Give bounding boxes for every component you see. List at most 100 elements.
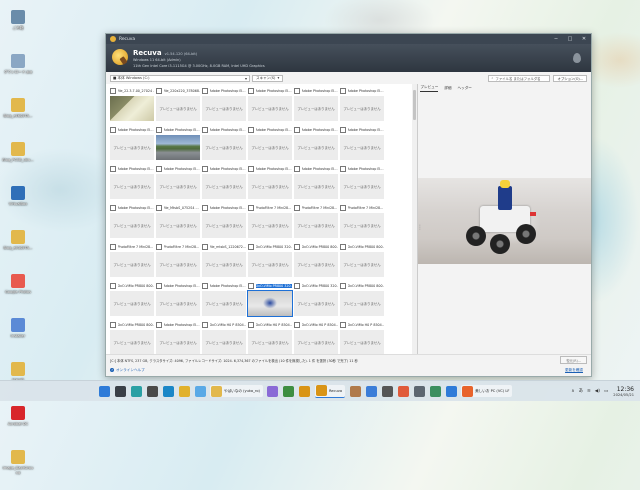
file-checkbox[interactable] [340,127,346,133]
file-thumbnail[interactable]: プレビューはありません [156,252,200,277]
paint-icon[interactable] [267,385,279,397]
file-thumbnail[interactable]: プレビューはありません [202,135,246,160]
file-thumbnail[interactable]: プレビューはありません [202,330,246,354]
file-tile[interactable]: Adobe Photoshop El... プレビューはありません [110,127,156,166]
file-tile[interactable]: DxO-ViMo PR800 800... プレビューはありません [340,283,386,322]
desktop-icon[interactable]: Blog_e53S5TA… [2,226,34,270]
file-checkbox[interactable] [110,244,116,250]
title-bar[interactable]: Recuva ─ □ ✕ [106,34,591,44]
clock[interactable]: 12:36 2024/05/21 [613,386,634,397]
ime-indicator[interactable]: あ [579,388,584,394]
file-checkbox[interactable] [110,166,116,172]
taskbar-app-button[interactable]: やばいなの (yuka_ro) [210,385,263,397]
file-tile[interactable]: Adobe Photoshop El... プレビューはありません [294,166,340,205]
file-thumbnail[interactable]: プレビューはありません [340,291,384,316]
file-checkbox[interactable] [110,88,116,94]
file-tile[interactable]: DxO-ViMo PR800 800... プレビューはありません [110,283,156,322]
file-tile[interactable]: DxO-ViMo PR800 320... [247,283,294,322]
file-thumbnail[interactable]: プレビューはありません [156,291,200,316]
browser-icon[interactable] [429,385,441,397]
file-checkbox[interactable] [156,88,162,94]
file-thumbnail[interactable]: プレビューはありません [110,135,154,160]
file-tile[interactable]: DxO-ViMo PR800 800... プレビューはありません [294,244,340,283]
preview-tab[interactable]: プレビュー [420,84,439,92]
file-tile[interactable]: file_22.3.7.00_27024 ... [110,88,156,127]
file-thumbnail[interactable]: プレビューはありません [294,291,338,316]
file-tile[interactable]: Adobe Photoshop El... プレビューはありません [202,283,248,322]
settings-icon[interactable] [413,385,425,397]
file-tile[interactable]: Adobe Photoshop El... プレビューはありません [340,127,386,166]
desktop-icon[interactable]: Blog_e46S5TA… [2,94,34,138]
desktop-icon[interactable]: Image_BackGround [2,446,34,490]
check-update-link[interactable]: 更新を確認 [565,368,583,373]
file-checkbox[interactable] [248,205,254,211]
grid-scrollbar[interactable] [412,84,418,354]
file-tile[interactable]: Adobe Photoshop El... プレビューはありません [248,166,294,205]
file-thumbnail[interactable] [156,135,200,160]
file-checkbox[interactable] [340,166,346,172]
file-tile[interactable]: Adobe Photoshop El... プレビューはありません [110,205,156,244]
file-checkbox[interactable] [202,244,208,250]
taskbar-app-button[interactable]: Recuva [314,384,346,398]
file-tile[interactable]: Adobe Photoshop El... プレビューはありません [202,166,248,205]
file-tile[interactable]: DxO-ViMo PR800 800... プレビューはありません [340,244,386,283]
file-checkbox[interactable] [156,322,162,328]
file-tile[interactable]: Adobe Photoshop El... プレビューはありません [156,283,202,322]
desktop-icon[interactable]: ごみ箱 [2,6,34,50]
file-tile[interactable]: PhotoFiltre 7 Mini28... プレビューはありません [110,244,156,283]
recover-button[interactable]: 復元(R)... [560,356,587,364]
file-thumbnail[interactable]: プレビューはありません [248,174,292,199]
file-thumbnail[interactable]: プレビューはありません [294,96,338,121]
file-checkbox[interactable] [294,322,300,328]
file-checkbox[interactable] [110,205,116,211]
file-checkbox[interactable] [294,88,300,94]
file-tile[interactable]: Adobe Photoshop El... プレビューはありません [294,127,340,166]
file-thumbnail[interactable] [247,290,293,317]
file-tile[interactable]: Adobe Photoshop El... プレビューはありません [340,88,386,127]
file-tile[interactable]: DxO-ViMo PR800 320... プレビューはありません [248,244,294,283]
file-thumbnail[interactable]: プレビューはありません [340,174,384,199]
cursor-icon[interactable] [146,385,158,397]
file-thumbnail[interactable]: プレビューはありません [202,252,246,277]
taskbar-app-button[interactable]: 美しいお PC (VC) LF [461,385,513,397]
file-tile[interactable]: DxO-ViMo H0 P 8504... プレビューはありません [248,322,294,354]
file-thumbnail[interactable]: プレビューはありません [340,96,384,121]
file-thumbnail[interactable]: プレビューはありません [156,96,200,121]
file-thumbnail[interactable]: プレビューはありません [110,174,154,199]
file-thumbnail[interactable]: プレビューはありません [248,252,292,277]
app-icon[interactable] [283,385,295,397]
file-checkbox[interactable] [248,322,254,328]
file-checkbox[interactable] [340,88,346,94]
file-tile[interactable]: PhotoFiltre 7 Mini28... プレビューはありません [156,244,202,283]
drive-select[interactable]: ■ 本体 Windows (C:) ▾ [110,74,250,82]
file-tile[interactable]: DxO-ViMo H0 P 8504... プレビューはありません [202,322,248,354]
chrome-icon[interactable] [178,385,190,397]
options-button[interactable]: オプション(O)... [553,74,587,82]
recuva-icon[interactable] [299,385,311,397]
file-thumbnail[interactable]: プレビューはありません [248,96,292,121]
file-tile[interactable]: PhotoFiltre 7 Mini28... プレビューはありません [294,205,340,244]
desktop-icon[interactable]: ダウンロード.jpg [2,50,34,94]
file-thumbnail[interactable] [110,96,154,121]
file-checkbox[interactable] [156,205,162,211]
minimize-button[interactable]: ─ [549,34,563,44]
file-checkbox[interactable] [202,205,208,211]
file-checkbox[interactable] [248,283,254,289]
file-checkbox[interactable] [340,322,346,328]
vpn-icon[interactable] [130,385,142,397]
file-thumbnail[interactable]: プレビューはありません [110,252,154,277]
file-thumbnail[interactable]: プレビューはありません [156,330,200,354]
file-tile[interactable]: Adobe Photoshop El... プレビューはありません [202,205,248,244]
file-thumbnail[interactable]: プレビューはありません [248,330,292,354]
wifi-icon[interactable]: ≋ [587,389,591,394]
scan-button[interactable]: スキャン(S) ▾ [252,74,284,82]
file-thumbnail[interactable]: プレビューはありません [294,213,338,238]
file-thumbnail[interactable]: プレビューはありません [294,330,338,354]
file-thumbnail[interactable]: プレビューはありません [248,213,292,238]
file-tile[interactable]: DxO-ViMo H0 P 8504... プレビューはありません [294,322,340,354]
file-checkbox[interactable] [294,244,300,250]
mail-icon[interactable] [445,385,457,397]
file-thumbnail[interactable]: プレビューはありません [294,174,338,199]
person-icon[interactable] [349,385,361,397]
file-checkbox[interactable] [202,166,208,172]
